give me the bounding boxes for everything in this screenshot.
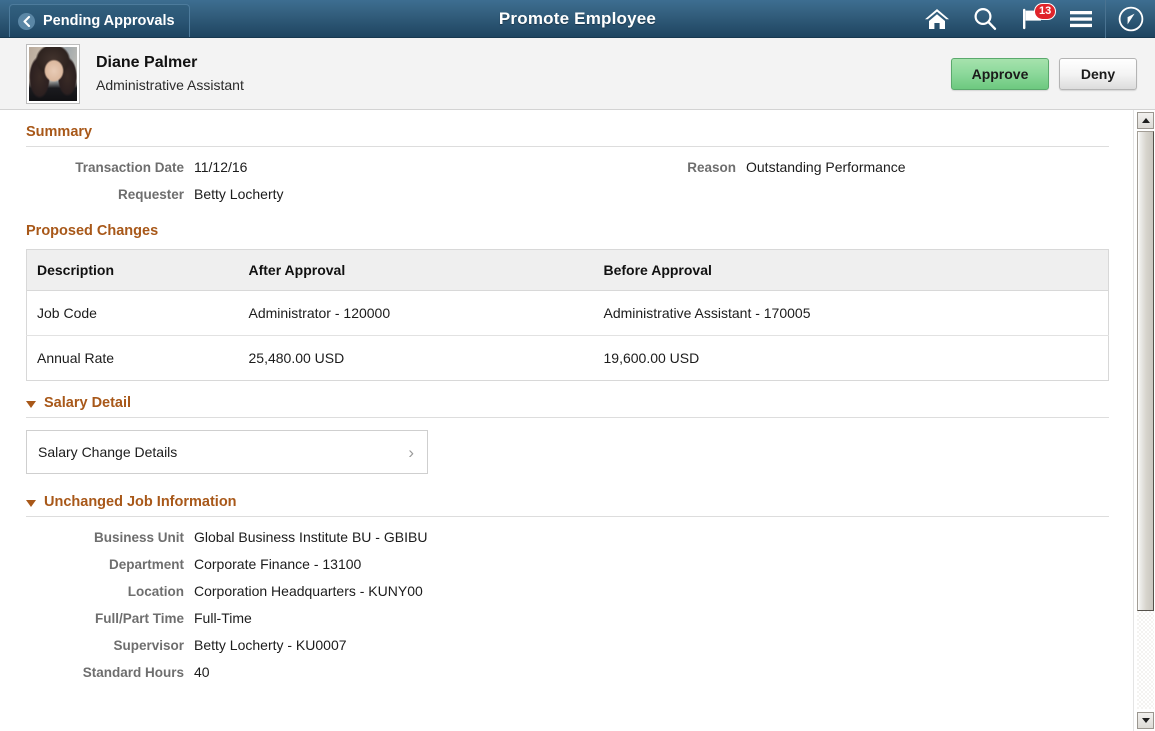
location-value: Corporation Headquarters - KUNY00: [194, 583, 423, 599]
approval-action-buttons: Approve Deny: [951, 57, 1137, 90]
field-business-unit: Business Unit Global Business Institute …: [26, 529, 1109, 545]
column-header-before-approval: Before Approval: [593, 249, 1109, 291]
field-location: Location Corporation Headquarters - KUNY…: [26, 583, 1109, 599]
avatar-photo: [29, 46, 77, 101]
employee-identity: Diane Palmer Administrative Assistant: [96, 53, 244, 95]
supervisor-label: Supervisor: [113, 638, 184, 653]
employee-job-title: Administrative Assistant: [96, 76, 244, 93]
standard-hours-label: Standard Hours: [82, 665, 184, 680]
supervisor-value: Betty Locherty - KU0007: [194, 637, 347, 653]
field-full-part-time: Full/Part Time Full-Time: [26, 610, 1109, 626]
unchanged-job-information-fields: Business Unit Global Business Institute …: [26, 529, 1109, 680]
content-area: Summary Transaction Date 11/12/16 Reques…: [0, 110, 1155, 731]
back-button-label: Pending Approvals: [43, 13, 175, 29]
cell-description: Job Code: [26, 290, 239, 336]
reason-label: Reason: [687, 160, 736, 175]
salary-change-details-label: Salary Change Details: [38, 444, 178, 460]
back-to-pending-approvals-button[interactable]: Pending Approvals: [9, 4, 190, 37]
full-part-time-label: Full/Part Time: [94, 611, 184, 626]
cell-after-approval: 25,480.00 USD: [248, 350, 345, 366]
standard-hours-value: 40: [194, 664, 210, 680]
table-row: Annual Rate 25,480.00 USD 19,600.00 USD: [27, 336, 1109, 381]
navbar-compass-icon[interactable]: [1105, 0, 1155, 38]
field-reason: Reason Outstanding Performance: [626, 159, 906, 175]
top-navigation-bar: Pending Approvals Promote Employee 13: [0, 0, 1155, 38]
vertical-scrollbar[interactable]: [1133, 110, 1155, 731]
unchanged-job-information-heading-label: Unchanged Job Information: [44, 494, 237, 510]
table-row: Job Code Administrator - 120000 Administ…: [26, 290, 1109, 336]
business-unit-label: Business Unit: [93, 530, 184, 545]
cell-description: Annual Rate: [37, 350, 115, 366]
hamburger-menu-icon[interactable]: [1057, 0, 1105, 38]
full-part-time-value: Full-Time: [194, 610, 252, 626]
nav-icon-group: 13: [913, 0, 1155, 38]
field-transaction-date: Transaction Date 11/12/16: [26, 159, 626, 175]
location-label: Location: [127, 584, 184, 599]
cell-before-approval: 19,600.00 USD: [603, 350, 700, 366]
reason-value: Outstanding Performance: [746, 159, 906, 175]
cell-after-approval: Administrator - 120000: [238, 290, 594, 336]
home-icon[interactable]: [913, 0, 961, 38]
scroll-down-button[interactable]: [1137, 712, 1154, 729]
salary-detail-heading-label: Salary Detail: [44, 395, 132, 411]
approve-button[interactable]: Approve: [951, 57, 1049, 90]
search-icon[interactable]: [961, 0, 1009, 38]
field-standard-hours: Standard Hours 40: [26, 664, 1109, 680]
unchanged-job-information-section-heading[interactable]: Unchanged Job Information: [26, 494, 1109, 517]
requester-label: Requester: [117, 187, 184, 202]
caret-down-icon: [26, 499, 36, 507]
notification-count-badge: 13: [1034, 3, 1057, 20]
column-header-after-approval: After Approval: [238, 249, 594, 291]
triangle-down-icon: [1141, 718, 1150, 723]
chevron-left-icon: [18, 12, 35, 30]
field-supervisor: Supervisor Betty Locherty - KU0007: [26, 637, 1109, 653]
deny-button[interactable]: Deny: [1059, 57, 1137, 90]
column-header-description: Description: [26, 249, 239, 291]
business-unit-value: Global Business Institute BU - GBIBU: [194, 529, 428, 545]
caret-down-icon: [26, 400, 36, 408]
avatar: [26, 43, 80, 104]
transaction-date-value: 11/12/16: [194, 159, 248, 175]
cell-before-approval: Administrative Assistant - 170005: [593, 290, 1109, 336]
salary-detail-section-heading[interactable]: Salary Detail: [26, 395, 1109, 418]
summary-left-column: Transaction Date 11/12/16 Requester Bett…: [26, 159, 626, 213]
transaction-date-label: Transaction Date: [75, 160, 184, 175]
summary-fields: Transaction Date 11/12/16 Requester Bett…: [26, 159, 1109, 213]
department-label: Department: [108, 557, 184, 572]
employee-header-bar: Diane Palmer Administrative Assistant Ap…: [0, 38, 1155, 110]
proposed-changes-table: Description After Approval Before Approv…: [26, 249, 1109, 381]
requester-value: Betty Locherty: [194, 186, 284, 202]
department-value: Corporate Finance - 13100: [194, 556, 362, 572]
field-department: Department Corporate Finance - 13100: [26, 556, 1109, 572]
employee-name: Diane Palmer: [96, 53, 198, 71]
proposed-changes-heading: Proposed Changes: [26, 223, 159, 239]
notifications-flag-icon[interactable]: 13: [1009, 0, 1057, 38]
triangle-up-icon: [1141, 118, 1150, 123]
salary-change-details-tile[interactable]: Salary Change Details ›: [26, 430, 428, 474]
field-requester: Requester Betty Locherty: [26, 186, 626, 202]
chevron-right-icon: ›: [408, 442, 414, 462]
scrollable-content: Summary Transaction Date 11/12/16 Reques…: [0, 110, 1133, 731]
scrollbar-thumb[interactable]: [1137, 131, 1154, 611]
summary-right-column: Reason Outstanding Performance: [626, 159, 906, 213]
scroll-up-button[interactable]: [1137, 112, 1154, 129]
summary-section-heading: Summary: [26, 124, 1109, 147]
table-header-row: Description After Approval Before Approv…: [26, 249, 1109, 291]
